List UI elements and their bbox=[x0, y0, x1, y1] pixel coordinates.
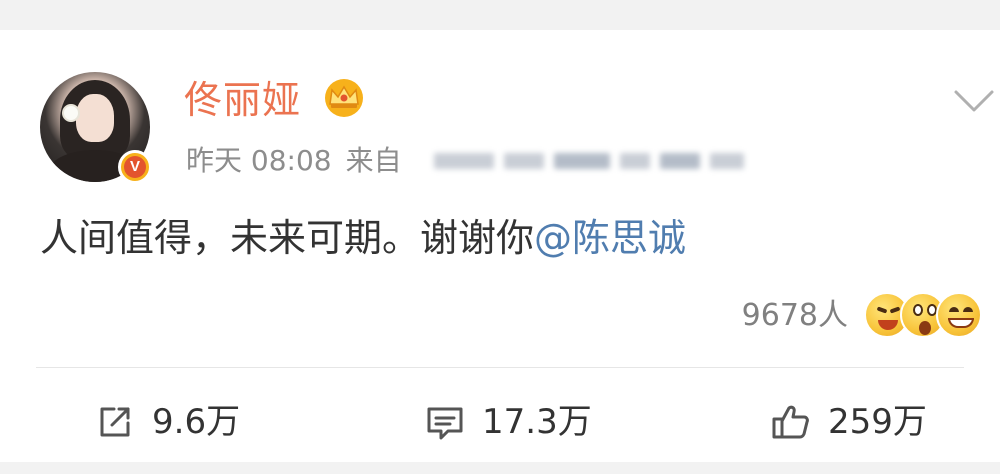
repost-icon bbox=[100, 407, 130, 437]
comment-button[interactable]: 17.3万 bbox=[424, 392, 592, 452]
repost-button[interactable]: 9.6万 bbox=[94, 392, 240, 452]
divider bbox=[36, 367, 964, 368]
post-content: 人间值得，未来可期。谢谢你@陈思诚 bbox=[40, 214, 686, 262]
reactions-summary[interactable]: 9678人 bbox=[742, 286, 984, 346]
post-text: 人间值得，未来可期。谢谢你 bbox=[40, 216, 535, 260]
avatar-face bbox=[76, 94, 114, 142]
comment-icon bbox=[427, 407, 463, 440]
avatar-flower bbox=[62, 104, 80, 122]
verified-v-icon: V bbox=[118, 150, 152, 184]
blur-block bbox=[660, 153, 700, 169]
avatar[interactable]: V bbox=[40, 72, 152, 184]
post-card: V 佟丽娅 昨天 08:08 来自 人间值得，未来可期。谢谢你@陈思诚 9678人 bbox=[0, 0, 1000, 474]
thumbs-up-icon bbox=[772, 405, 809, 439]
like-button[interactable]: 259万 bbox=[770, 392, 927, 452]
action-bar: 9.6万 17.3万 259万 bbox=[0, 392, 1000, 452]
comment-count: 17.3万 bbox=[482, 402, 592, 442]
post-source-prefix: 来自 bbox=[345, 144, 402, 177]
blur-block bbox=[620, 153, 650, 169]
repost-count: 9.6万 bbox=[152, 402, 241, 442]
blur-block bbox=[434, 153, 494, 169]
mention-link[interactable]: @陈思诚 bbox=[534, 216, 686, 260]
crown-icon[interactable] bbox=[322, 78, 366, 118]
blur-block bbox=[710, 153, 744, 169]
bottom-background-strip bbox=[0, 462, 1000, 474]
post-meta: 昨天 08:08 来自 bbox=[186, 142, 416, 180]
blur-block bbox=[554, 153, 610, 169]
reaction-count: 9678人 bbox=[741, 298, 848, 333]
post-source-blurred bbox=[434, 146, 774, 176]
author-name[interactable]: 佟丽娅 bbox=[184, 76, 301, 124]
chevron-down-icon[interactable] bbox=[952, 86, 996, 116]
blur-block bbox=[504, 153, 544, 169]
grin-emoji-icon bbox=[936, 292, 982, 338]
post-time: 昨天 08:08 bbox=[186, 144, 332, 177]
reaction-emojis bbox=[864, 288, 984, 344]
like-count: 259万 bbox=[828, 402, 927, 442]
